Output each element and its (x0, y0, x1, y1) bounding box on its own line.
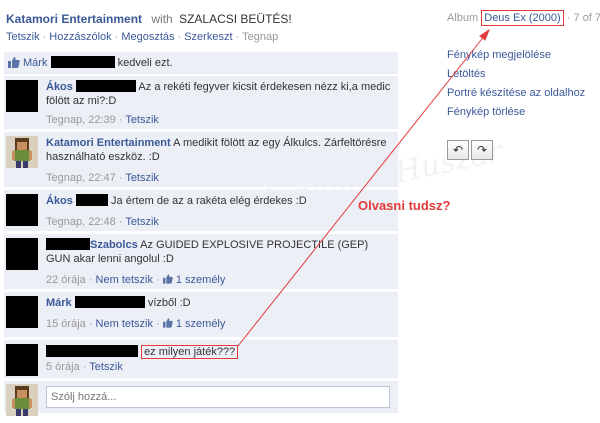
thumbs-up-icon (162, 318, 173, 328)
avatar (6, 384, 38, 416)
share-link[interactable]: Megosztás (121, 31, 174, 43)
thumbs-up-icon (162, 274, 173, 284)
avatar[interactable] (6, 136, 38, 168)
delete-photo-link[interactable]: Fénykép törlése (447, 106, 525, 118)
rotate-right-icon: ↷ (476, 143, 488, 157)
comment-item: Szabolcs Az GUIDED EXPLOSIVE PROJECTILE … (4, 234, 398, 290)
redacted-name (46, 238, 90, 250)
avatar[interactable] (6, 80, 38, 112)
comment-text: Ja értem de az a rakéta elég érdekes :D (111, 195, 307, 207)
comment-body: Szabolcs Az GUIDED EXPLOSIVE PROJECTILE … (46, 238, 391, 266)
likes-suffix: kedveli ezt. (117, 57, 173, 69)
comment-time: Tegnap, 22:48 (46, 216, 116, 228)
likes-count[interactable]: 1 személy (176, 318, 226, 330)
redacted-name (74, 296, 145, 308)
comment-like-link[interactable]: Tetszik (125, 172, 159, 184)
comment-item: Ákos Az a rekéti fegyver kicsit érdekese… (4, 76, 398, 130)
comment-meta: Tegnap, 22:48 · Tetszik (46, 216, 159, 228)
liker-name[interactable]: Márk (23, 57, 47, 69)
tag-photo-link[interactable]: Fénykép megjelölése (447, 49, 551, 61)
annotation-text: Olvasni tudsz? (358, 198, 451, 213)
post-time: Tegnap (242, 31, 279, 43)
rotate-left-icon: ↶ (452, 143, 464, 157)
separator-dot: · (114, 31, 119, 43)
comment-body: Ákos Az a rekéti fegyver kicsit érdekese… (46, 80, 391, 108)
comment-body: Katamori Entertainment A medikit fölött … (46, 136, 391, 164)
redacted-name (75, 194, 108, 206)
album-link[interactable]: Deus Ex (2000) (481, 10, 564, 26)
comment-time: 22 órája (46, 274, 86, 286)
comment-link[interactable]: Hozzászólok (49, 31, 111, 43)
album-line: Album Deus Ex (2000) · 7 of 7 (447, 10, 600, 26)
comment-like-link[interactable]: Tetszik (125, 114, 159, 126)
redacted-author (46, 345, 138, 357)
comment-text: ez milyen játék??? (141, 345, 239, 359)
avatar[interactable] (6, 238, 38, 270)
separator-dot: · (566, 12, 571, 24)
comment-meta: 5 órája · Tetszik (46, 361, 123, 373)
rotate-right-button[interactable]: ↷ (471, 140, 493, 160)
comment-author[interactable]: Szabolcs (90, 239, 138, 251)
comment-like-link[interactable]: Tetszik (89, 361, 123, 373)
avatar[interactable] (6, 194, 38, 226)
comment-author[interactable]: Ákos (46, 81, 73, 93)
comment-like-link[interactable]: Tetszik (125, 216, 159, 228)
separator-dot: · (235, 31, 240, 43)
separator-dot: · (177, 31, 182, 43)
avatar[interactable] (6, 344, 38, 376)
comment-author[interactable]: Márk (46, 297, 72, 309)
redacted-name (50, 56, 115, 68)
photo-actions: Tetszik · Hozzászólok · Megosztás · Szerkeszt ·… (6, 31, 278, 43)
album-label: Album (447, 12, 479, 24)
comment-meta: 22 órája · Nem tetszik · 1 személy (46, 274, 226, 286)
photo-counter: 7 of 7 (573, 12, 600, 24)
redacted-name (75, 80, 136, 92)
photo-caption: SZALACSI BEÜTÉS! (179, 12, 292, 26)
comment-unlike-link[interactable]: Nem tetszik (96, 274, 153, 286)
comment-time: 15 órája (46, 318, 86, 330)
comment-author[interactable]: Katamori Entertainment (46, 137, 171, 149)
comment-item: Márk vízből :D 15 órája · Nem tetszik · … (4, 292, 398, 338)
comment-item: Ákos Ja értem de az a rakéta elég érdeke… (4, 190, 398, 232)
rotate-left-button[interactable]: ↶ (447, 140, 469, 160)
make-profile-picture-link[interactable]: Portré készítése az oldalhoz (447, 87, 585, 99)
like-link[interactable]: Tetszik (6, 31, 40, 43)
comment-author[interactable]: Ákos (46, 195, 73, 207)
likes-summary: Márk kedveli ezt. (4, 52, 398, 74)
comment-body: ez milyen játék??? (46, 345, 391, 359)
comment-input[interactable] (46, 386, 390, 408)
write-comment-row (4, 381, 398, 416)
comment-text: vízből :D (147, 297, 191, 309)
comment-meta: Tegnap, 22:47 · Tetszik (46, 172, 159, 184)
thumbs-up-icon (8, 57, 20, 68)
download-link[interactable]: Letöltés (447, 68, 486, 80)
separator-dot: · (42, 31, 47, 43)
avatar[interactable] (6, 296, 38, 328)
comment-item: ez milyen játék??? 5 órája · Tetszik (4, 340, 398, 379)
photo-header: Katamori Entertainment with SZALACSI BEÜ… (6, 12, 292, 26)
comment-body: Ákos Ja értem de az a rakéta elég érdeke… (46, 194, 391, 208)
edit-link[interactable]: Szerkeszt (184, 31, 232, 43)
comment-unlike-link[interactable]: Nem tetszik (96, 318, 153, 330)
owner-link[interactable]: Katamori Entertainment (6, 12, 142, 26)
comment-time: Tegnap, 22:47 (46, 172, 116, 184)
comment-meta: Tegnap, 22:39 · Tetszik (46, 114, 159, 126)
comment-item: Katamori Entertainment A medikit fölött … (4, 132, 398, 188)
likes-count[interactable]: 1 személy (176, 274, 226, 286)
comment-body: Márk vízből :D (46, 296, 391, 310)
with-label: with (151, 12, 173, 26)
comment-meta: 15 órája · Nem tetszik · 1 személy (46, 318, 226, 330)
comment-time: Tegnap, 22:39 (46, 114, 116, 126)
comment-time: 5 órája (46, 361, 80, 373)
